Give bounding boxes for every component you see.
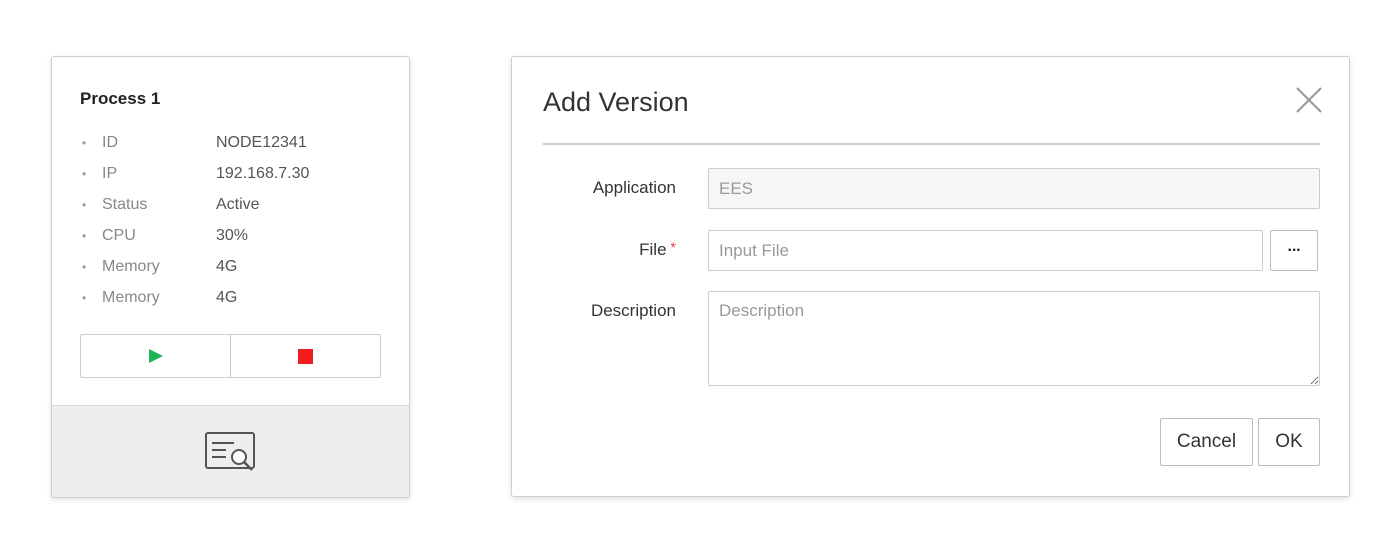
property-key: Memory [102, 288, 160, 306]
required-marker: * [670, 239, 676, 255]
description-textarea[interactable] [708, 291, 1320, 386]
bullet: • [82, 197, 87, 212]
add-version-dialog: Add Version Application File* ··· Descri… [511, 56, 1350, 497]
more-icon: ··· [1287, 241, 1302, 259]
card-footer [52, 405, 409, 497]
property-value: 4G [216, 288, 238, 306]
bullet: • [82, 135, 87, 150]
ok-button[interactable]: OK [1258, 418, 1320, 466]
file-label: File * [639, 239, 676, 260]
cancel-button-label: Cancel [1176, 431, 1237, 452]
property-key: CPU [102, 226, 136, 244]
property-value: Active [216, 195, 260, 213]
property-row: • ID NODE12341 [82, 127, 309, 158]
bullet: • [82, 166, 87, 181]
process-control-group [80, 334, 381, 378]
bullet: • [82, 228, 87, 243]
property-row: • Memory 4G [82, 251, 309, 282]
property-value: 4G [216, 257, 238, 275]
property-key: Memory [102, 257, 160, 275]
application-label: Application [593, 178, 676, 198]
property-value: 192.168.7.30 [216, 164, 310, 182]
application-field [708, 168, 1320, 209]
property-key: ID [102, 133, 118, 151]
property-key: Status [102, 195, 148, 213]
browse-file-button[interactable]: ··· [1270, 230, 1318, 271]
stop-icon [298, 348, 313, 364]
ok-button-label: OK [1275, 431, 1303, 452]
play-icon [148, 349, 163, 363]
close-button[interactable] [1294, 85, 1324, 115]
stop-button[interactable] [230, 335, 380, 377]
title-divider [543, 143, 1320, 145]
property-value: 30% [216, 226, 249, 244]
property-key: IP [102, 164, 118, 182]
process-card: Process 1 • ID NODE12341 • IP 192.168.7.… [51, 56, 410, 498]
description-label: Description [591, 301, 676, 321]
dialog-title: Add Version [543, 87, 689, 117]
start-button[interactable] [81, 335, 230, 377]
file-label-text: File [639, 240, 667, 259]
bullet: • [82, 259, 87, 274]
close-icon [1296, 87, 1322, 113]
cancel-button[interactable]: Cancel [1160, 418, 1253, 466]
property-row: • IP 192.168.7.30 [82, 158, 309, 189]
property-row: • CPU 30% [82, 220, 309, 251]
description-label-text: Description [590, 301, 676, 320]
application-label-text: Application [592, 178, 676, 197]
bullet: • [82, 290, 87, 305]
property-row: • Status Active [82, 189, 309, 220]
file-input[interactable] [708, 230, 1263, 271]
property-value: NODE12341 [216, 133, 307, 151]
process-title: Process 1 [80, 89, 161, 108]
property-row: • Memory 4G [82, 282, 309, 313]
log-search-icon[interactable] [204, 431, 258, 473]
process-properties: • ID NODE12341 • IP 192.168.7.30 • Statu… [82, 127, 309, 313]
